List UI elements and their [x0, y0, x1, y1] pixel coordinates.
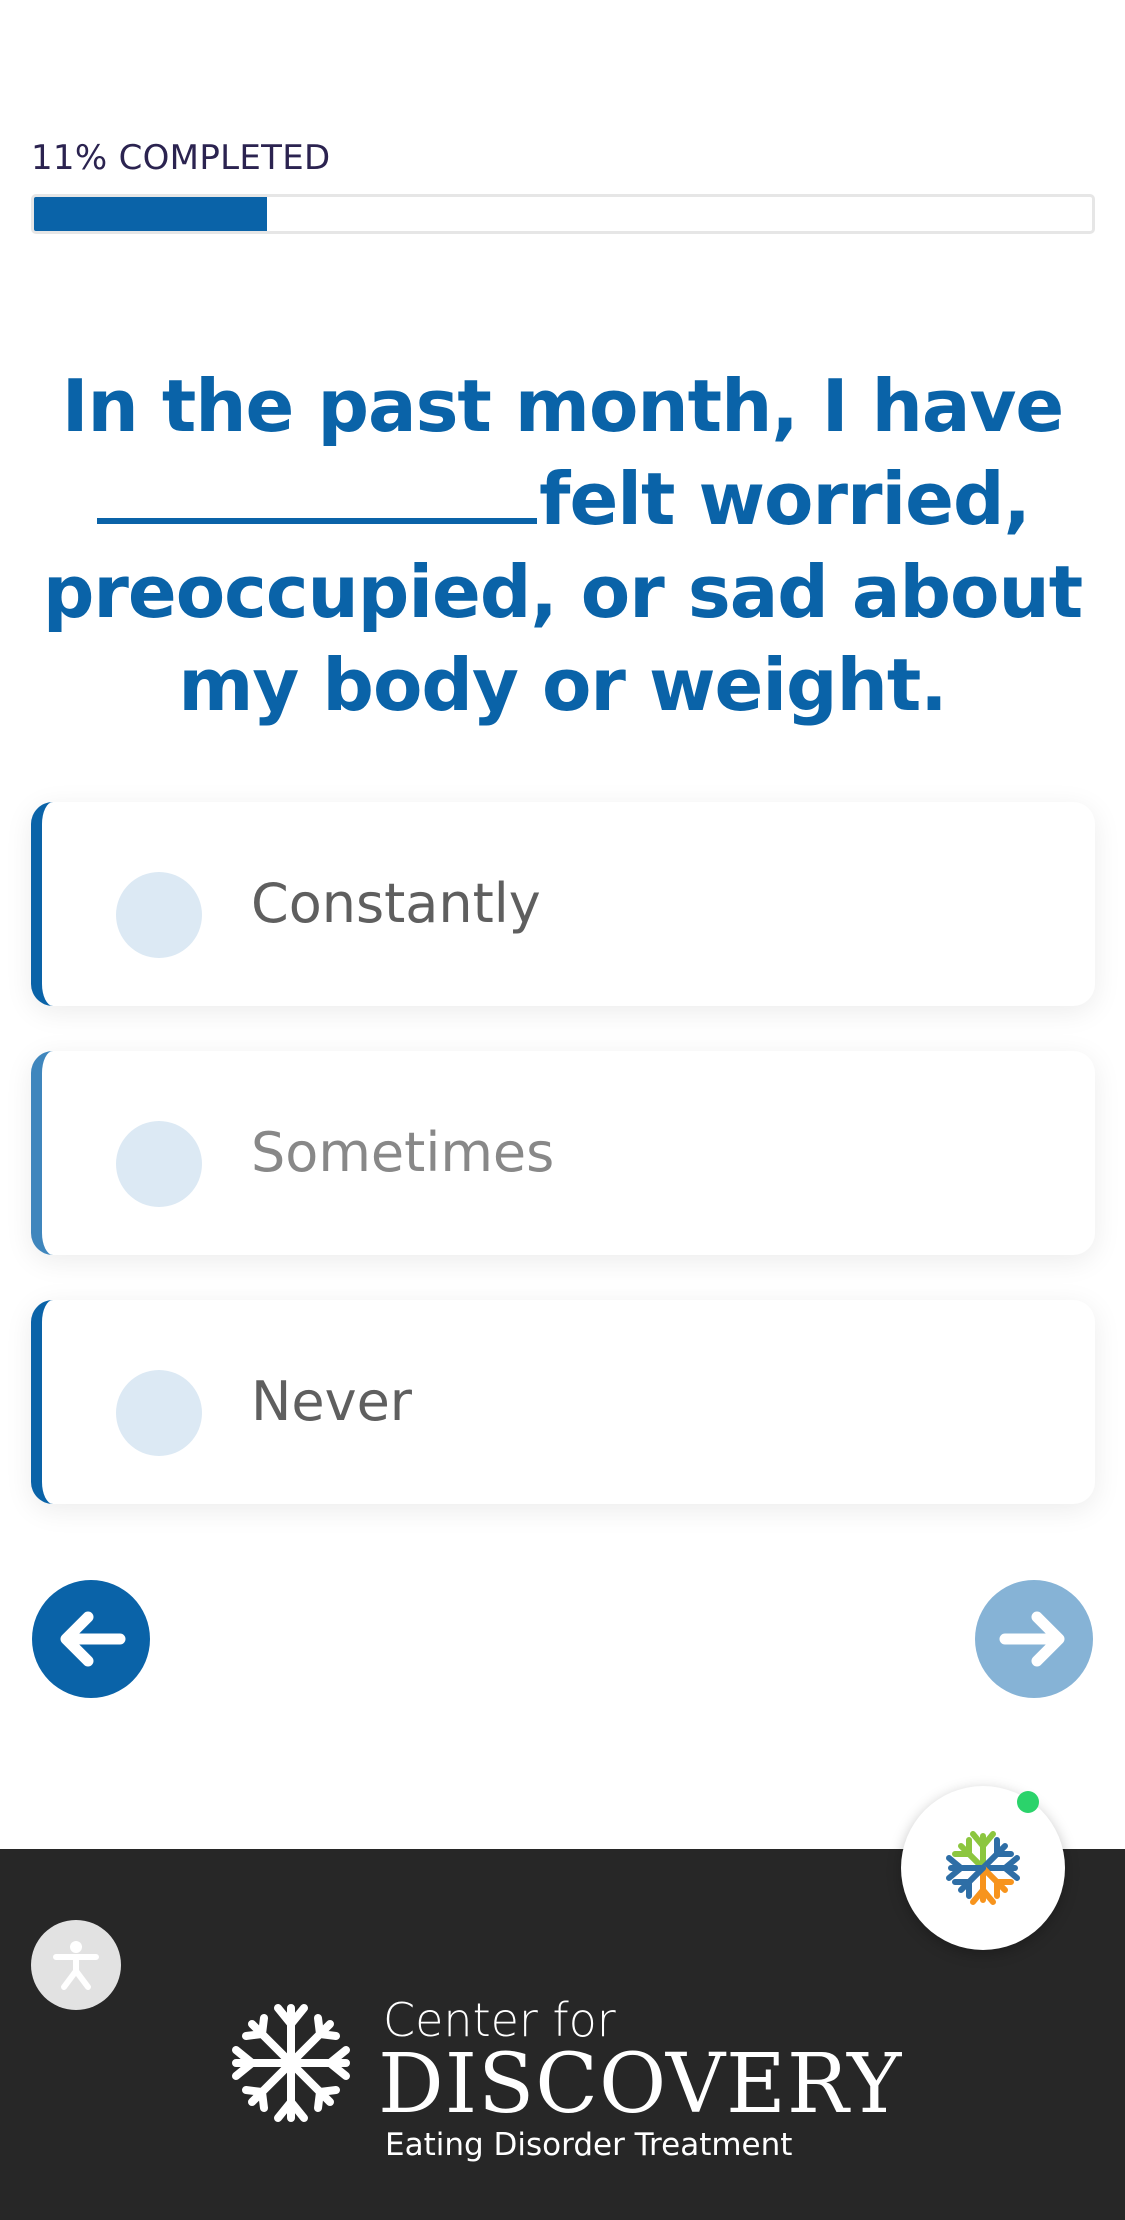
option-label: Sometimes: [251, 1121, 555, 1184]
online-status-dot: [1017, 1791, 1039, 1813]
accessibility-button[interactable]: [31, 1920, 121, 2010]
option-sometimes[interactable]: Sometimes: [31, 1051, 1095, 1255]
progress-fill: [34, 197, 267, 231]
chat-logo-icon: [946, 1831, 1020, 1905]
question-part1: In the past month, I have: [61, 364, 1064, 448]
chat-button[interactable]: [901, 1786, 1065, 1950]
arrow-left-icon: [60, 1611, 126, 1667]
radio-button[interactable]: [116, 1121, 202, 1207]
question-blank: [97, 518, 538, 524]
option-label: Constantly: [251, 872, 541, 935]
question-text: In the past month, I have felt worried, p…: [40, 360, 1085, 732]
discovery-logo-icon: [232, 2004, 350, 2122]
radio-button[interactable]: [116, 1370, 202, 1456]
progress-label: 11% COMPLETED: [31, 138, 331, 178]
logo-text-tagline: Eating Disorder Treatment: [385, 2127, 793, 2163]
next-button[interactable]: [975, 1580, 1093, 1698]
radio-button[interactable]: [116, 872, 202, 958]
logo-text-discovery: DISCOVERY: [378, 2037, 903, 2132]
previous-button[interactable]: [32, 1580, 150, 1698]
accessibility-icon: [53, 1941, 99, 1990]
arrow-right-icon: [999, 1611, 1065, 1667]
question-part2: felt worried, preoccupied, or sad about …: [42, 457, 1083, 727]
progress-bar: [31, 194, 1095, 234]
option-never[interactable]: Never: [31, 1300, 1095, 1504]
option-label: Never: [251, 1370, 412, 1433]
option-constantly[interactable]: Constantly: [31, 802, 1095, 1006]
